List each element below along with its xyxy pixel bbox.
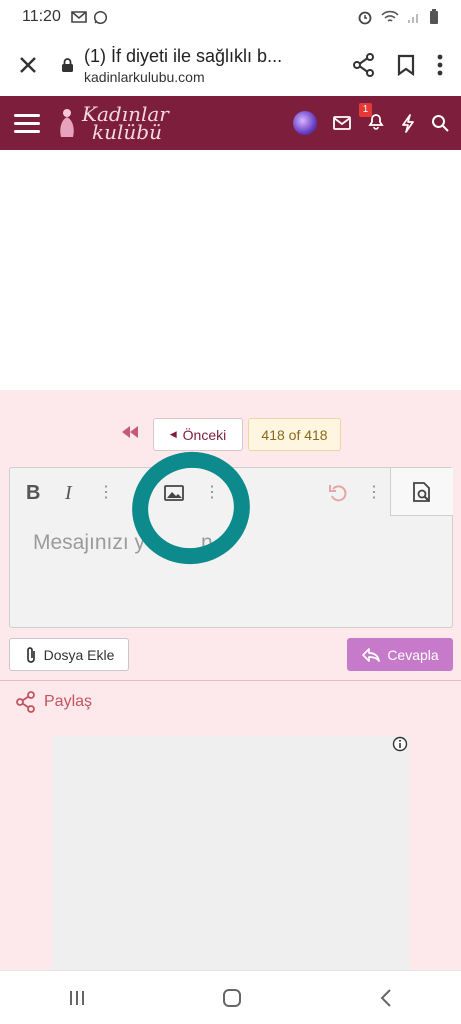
share-icon xyxy=(16,691,35,713)
page-url: kadinlarkulubu.com xyxy=(84,68,205,85)
attach-file-button[interactable]: Dosya Ekle xyxy=(9,638,129,671)
content-blank-area xyxy=(0,150,461,390)
more-options-icon[interactable]: ⋮ xyxy=(366,482,382,502)
previous-page-label: Önceki xyxy=(182,426,227,443)
caret-left-icon: ◀ xyxy=(169,429,177,439)
placeholder-text-start: Mesajınızı y xyxy=(33,531,146,554)
close-icon[interactable] xyxy=(0,55,56,75)
notification-badge: 1 xyxy=(359,103,372,117)
bookmark-icon[interactable] xyxy=(397,54,415,76)
recent-apps-icon[interactable] xyxy=(68,990,86,1006)
whatsapp-icon xyxy=(93,10,107,24)
italic-button[interactable]: I xyxy=(65,482,72,505)
back-icon[interactable] xyxy=(379,988,393,1008)
share-link[interactable]: Paylaş xyxy=(16,691,92,713)
gmail-icon xyxy=(71,11,87,23)
more-options-icon[interactable]: ⋮ xyxy=(98,482,114,502)
alarm-icon xyxy=(358,11,372,25)
system-navigation-bar xyxy=(0,970,461,1024)
first-page-icon[interactable] xyxy=(122,426,138,438)
notifications[interactable]: 1 xyxy=(359,103,385,135)
preview-icon xyxy=(413,481,430,502)
wifi-icon xyxy=(381,10,399,22)
logo-figure-icon xyxy=(60,109,74,137)
site-logo[interactable]: Kadınlar kulübü xyxy=(56,104,169,144)
reply-button[interactable]: Cevapla xyxy=(347,638,453,671)
lock-icon xyxy=(56,57,78,73)
logo-line-2: kulübü xyxy=(92,120,162,144)
previous-page-button[interactable]: ◀ Önceki xyxy=(153,418,243,451)
mail-icon[interactable] xyxy=(333,116,351,130)
reply-label: Cevapla xyxy=(387,646,439,663)
signal-icon xyxy=(408,14,418,23)
more-vert-icon[interactable] xyxy=(437,54,443,76)
share-label: Paylaş xyxy=(44,693,93,710)
avatar[interactable] xyxy=(293,111,317,135)
preview-button[interactable] xyxy=(390,468,453,516)
attach-file-label: Dosya Ekle xyxy=(43,646,115,663)
search-icon[interactable] xyxy=(431,114,449,132)
paperclip-icon xyxy=(26,646,35,663)
page-count[interactable]: 418 of 418 xyxy=(248,418,341,451)
page-title: (1) İf diyeti ile sağlıklı b... xyxy=(84,45,283,66)
message-editor[interactable]: B I ⋮ ⋮ ⋮ Mesajınızı y n... xyxy=(9,440,453,628)
info-icon[interactable] xyxy=(392,736,408,752)
reply-icon xyxy=(362,647,381,662)
section-divider xyxy=(0,680,461,681)
hamburger-menu-icon[interactable] xyxy=(0,113,52,133)
bold-button[interactable]: B xyxy=(26,482,40,505)
undo-icon[interactable] xyxy=(328,482,348,502)
status-bar: 11:20 xyxy=(0,0,461,34)
site-header: Kadınlar kulübü 1 xyxy=(0,96,461,150)
browser-toolbar: (1) İf diyeti ile sağlıklı b... kadinlar… xyxy=(0,34,461,96)
lightning-icon[interactable] xyxy=(401,113,415,133)
url-bar[interactable]: (1) İf diyeti ile sağlıklı b... kadinlar… xyxy=(56,46,353,85)
status-time: 11:20 xyxy=(22,8,61,25)
ad-placeholder xyxy=(52,736,410,970)
share-icon[interactable] xyxy=(353,53,375,77)
home-icon[interactable] xyxy=(222,988,242,1008)
battery-icon xyxy=(430,9,438,24)
